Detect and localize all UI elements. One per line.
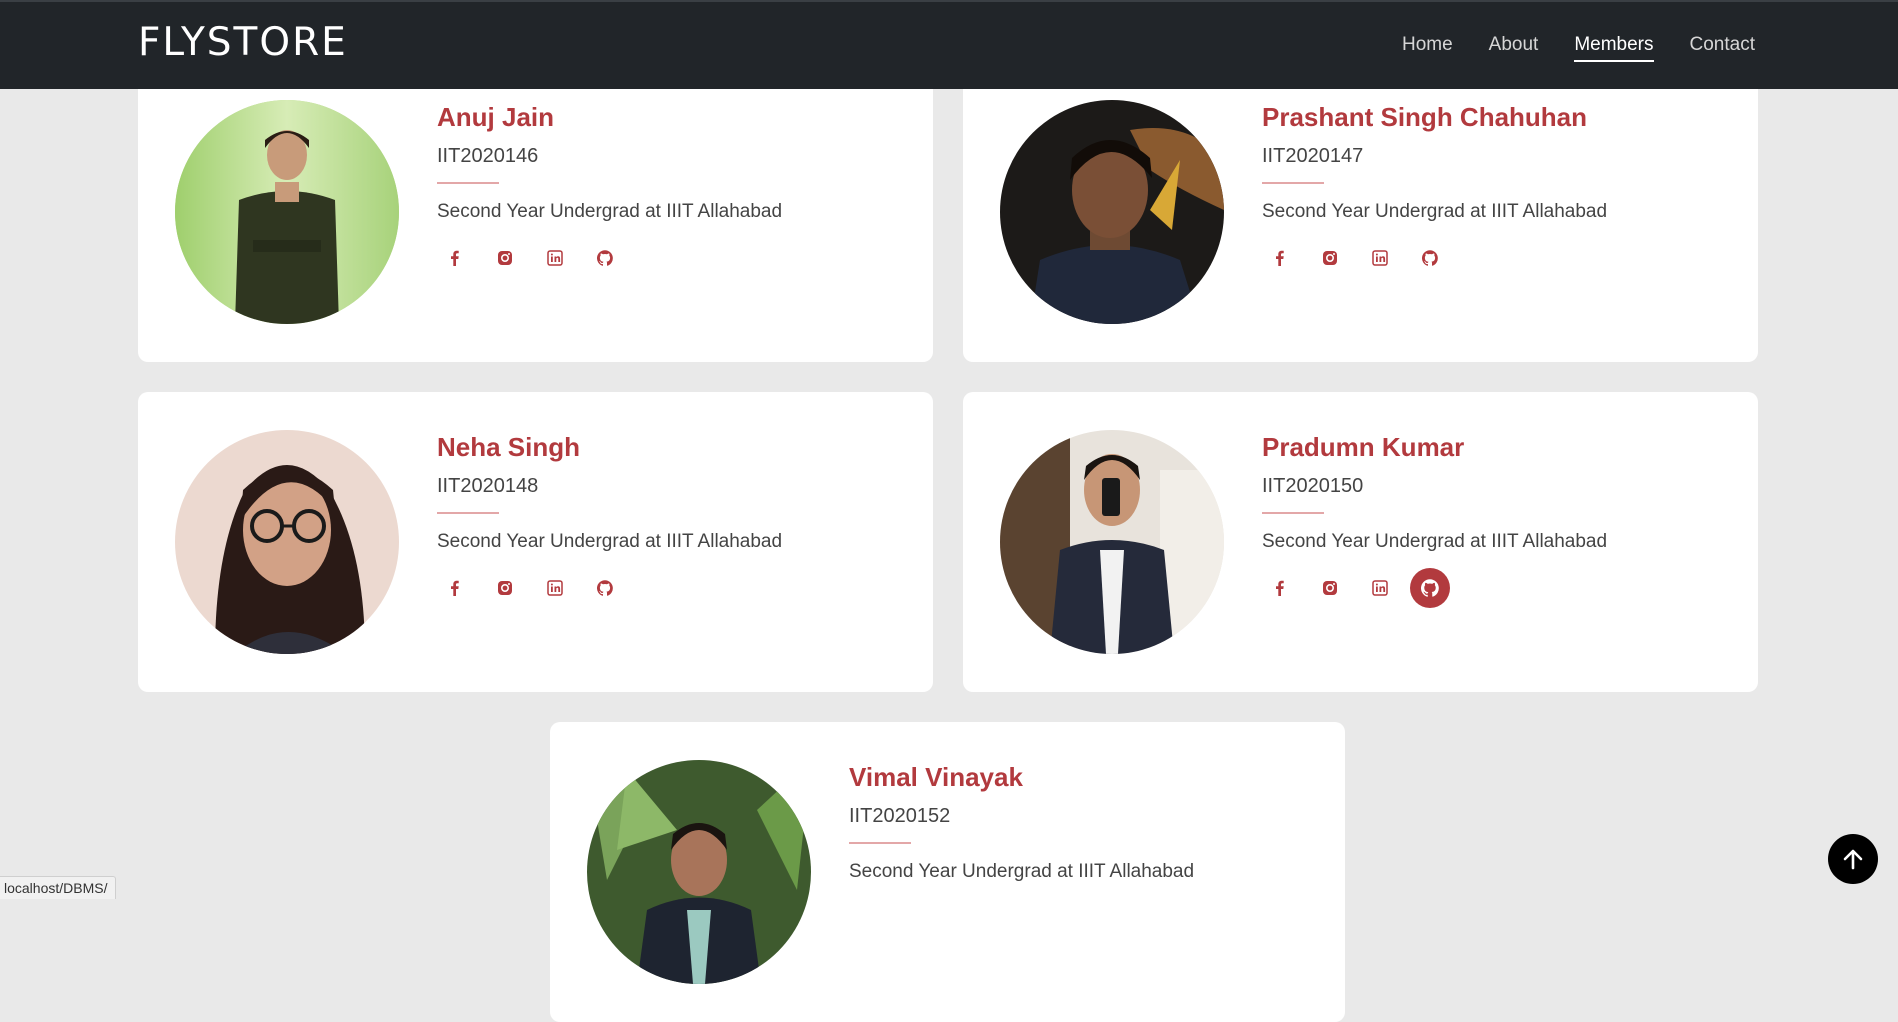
member-card: Anuj Jain IIT2020146 Second Year Undergr…: [138, 62, 933, 362]
social-links: [1260, 238, 1607, 278]
member-info: Vimal Vinayak IIT2020152 Second Year Und…: [849, 760, 1194, 884]
member-name: Prashant Singh Chahuhan: [1262, 102, 1588, 132]
nav-link-contact[interactable]: Contact: [1690, 34, 1755, 62]
scroll-to-top-button[interactable]: [1828, 834, 1878, 884]
github-icon[interactable]: [585, 238, 625, 278]
github-icon[interactable]: [585, 568, 625, 608]
social-links: [435, 568, 782, 608]
member-name: Pradumn Kumar: [1262, 432, 1465, 462]
member-card: Vimal Vinayak IIT2020152 Second Year Und…: [550, 722, 1345, 1022]
member-description: Second Year Undergrad at IIIT Allahabad: [1262, 531, 1608, 552]
member-card: Pradumn Kumar IIT2020150 Second Year Und…: [963, 392, 1758, 692]
member-roll-number: IIT2020147: [1262, 145, 1364, 167]
linkedin-icon[interactable]: [1360, 568, 1400, 608]
facebook-icon[interactable]: [435, 238, 475, 278]
nav-link-about[interactable]: About: [1489, 34, 1539, 62]
member-photo: [175, 100, 399, 324]
member-roll-number: IIT2020150: [1262, 475, 1364, 497]
nav-link-members[interactable]: Members: [1574, 34, 1654, 62]
facebook-icon[interactable]: [1260, 568, 1300, 608]
member-name: Anuj Jain: [437, 102, 555, 132]
member-description: Second Year Undergrad at IIIT Allahabad: [849, 861, 1195, 882]
linkedin-icon[interactable]: [535, 568, 575, 608]
linkedin-icon[interactable]: [1360, 238, 1400, 278]
member-info: Pradumn Kumar IIT2020150 Second Year Und…: [1262, 430, 1607, 608]
facebook-icon[interactable]: [1260, 238, 1300, 278]
member-card: Prashant Singh Chahuhan IIT2020147 Secon…: [963, 62, 1758, 362]
instagram-icon[interactable]: [1310, 568, 1350, 608]
status-bar-url: localhost/DBMS/: [0, 876, 117, 899]
instagram-icon[interactable]: [1310, 238, 1350, 278]
github-icon[interactable]: [1410, 568, 1450, 608]
member-info: Neha Singh IIT2020148 Second Year Underg…: [437, 430, 782, 608]
nav-link-home[interactable]: Home: [1402, 34, 1453, 62]
social-links: [435, 238, 782, 278]
linkedin-icon[interactable]: [535, 238, 575, 278]
arrow-up-icon: [1843, 849, 1863, 870]
divider: [849, 842, 911, 844]
divider: [437, 182, 499, 184]
member-photo: [1000, 430, 1224, 654]
divider: [437, 512, 499, 514]
member-roll-number: IIT2020146: [437, 145, 539, 167]
divider: [1262, 182, 1324, 184]
member-name: Neha Singh: [437, 432, 581, 462]
navbar: FLYSTORE Home About Members Contact: [0, 0, 1898, 89]
instagram-icon[interactable]: [485, 568, 525, 608]
member-roll-number: IIT2020152: [849, 805, 951, 827]
member-info: Prashant Singh Chahuhan IIT2020147 Secon…: [1262, 100, 1607, 278]
member-description: Second Year Undergrad at IIIT Allahabad: [437, 531, 783, 552]
member-description: Second Year Undergrad at IIIT Allahabad: [1262, 201, 1608, 222]
social-links: [1260, 568, 1607, 608]
instagram-icon[interactable]: [485, 238, 525, 278]
member-card: Neha Singh IIT2020148 Second Year Underg…: [138, 392, 933, 692]
member-photo: [587, 760, 811, 984]
member-photo: [175, 430, 399, 654]
member-info: Anuj Jain IIT2020146 Second Year Undergr…: [437, 100, 782, 278]
member-photo: [1000, 100, 1224, 324]
divider: [1262, 512, 1324, 514]
nav-links: Home About Members Contact: [1402, 34, 1755, 62]
member-name: Vimal Vinayak: [849, 762, 1023, 792]
brand-logo[interactable]: FLYSTORE: [138, 20, 348, 65]
facebook-icon[interactable]: [435, 568, 475, 608]
github-icon[interactable]: [1410, 238, 1450, 278]
member-roll-number: IIT2020148: [437, 475, 539, 497]
member-description: Second Year Undergrad at IIIT Allahabad: [437, 201, 783, 222]
